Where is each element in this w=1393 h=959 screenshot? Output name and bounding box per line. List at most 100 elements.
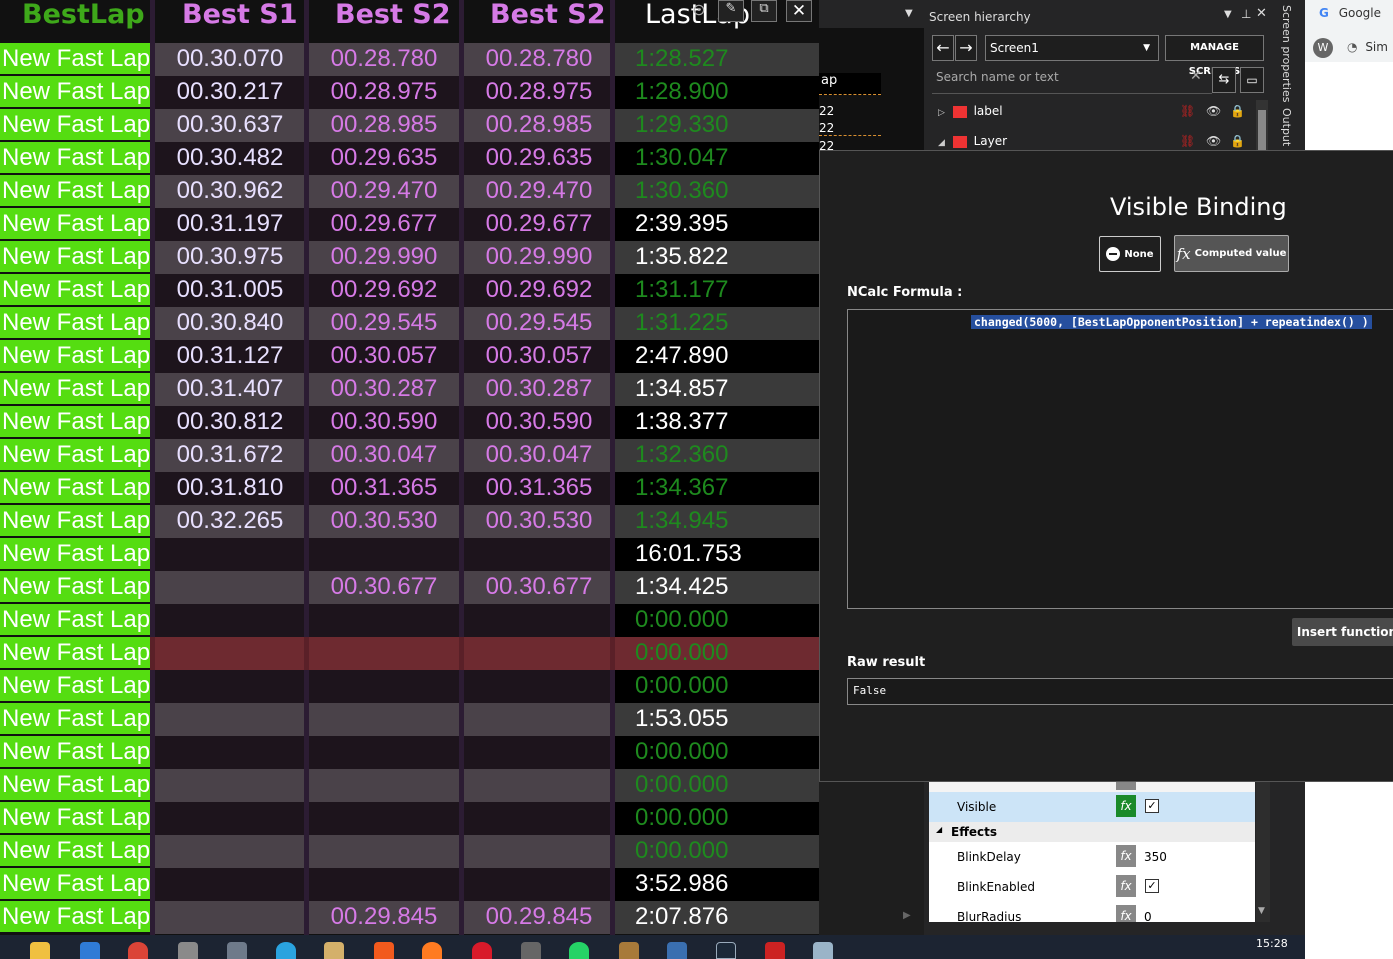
leaderboard-row: New Fast Lap 00.30.975 00.29.990 00.29.990 1… [0,241,819,274]
back-button[interactable]: ← [932,35,954,61]
telegram-icon[interactable] [276,942,296,959]
close-icon[interactable]: ✕ [786,0,812,22]
popout-icon[interactable]: ⧉ [751,0,777,22]
formula-text: changed(5000, [BestLapOpponentPosition] … [971,315,1372,329]
dropdown-arrow-icon[interactable]: ▼ [905,8,913,19]
bookmark-sim[interactable]: ◔ Sim [1347,40,1388,54]
panel-menu-icon[interactable]: ▼ [1224,9,1232,20]
collapse-arrow-icon[interactable]: ◢ [938,138,945,148]
link-icon[interactable]: ⛓ [1180,104,1195,118]
row-separator [304,340,309,373]
expand-arrow-icon[interactable]: ▷ [938,108,945,118]
camera-icon[interactable] [178,942,198,959]
close-panel-icon[interactable]: ✕ [1256,6,1267,21]
scrollbar[interactable] [1256,100,1268,150]
lastlap-cell: 0:00.000 [615,769,819,802]
google-icon: G [1319,6,1329,20]
property-row-visible[interactable]: Visible fx ✓ [929,792,1255,822]
opera-icon[interactable] [472,942,492,959]
scroll-down-icon[interactable]: ▼ [1258,906,1265,916]
property-row-blurradius[interactable]: BlurRadius fx 0 [929,902,1255,922]
pin-window-icon[interactable]: ✎ [718,0,744,22]
app-icon[interactable] [521,942,541,959]
game-icon[interactable] [619,942,639,959]
row-separator [610,505,615,538]
firefox-icon[interactable] [422,942,442,959]
new-fast-lap-badge: New Fast Lap [0,736,150,767]
row-separator [459,670,464,703]
google-tab[interactable]: G Google [1319,6,1381,20]
calculator-icon[interactable] [227,942,247,959]
screen-select[interactable]: Screen1 ▼ [985,35,1159,61]
wordpress-icon[interactable]: W [1313,38,1333,58]
manage-screens-button[interactable]: MANAGE SCREENS [1165,35,1264,77]
leaderboard-row: New Fast Lap 00.31.407 00.30.287 00.30.287 1… [0,373,819,406]
pin-icon[interactable]: ⊥ [1241,7,1251,21]
best-s1-cell: 00.30.217 [155,76,305,109]
chevron-down-icon: ▼ [1143,43,1150,53]
folder-icon[interactable]: ▭ [1240,67,1264,93]
lastlap-cell: 1:31.177 [615,274,819,307]
property-category-effects[interactable]: ◢ Effects [929,822,1255,842]
property-row-blinkdelay[interactable]: BlinkDelay fx 350 [929,842,1255,872]
fx-button[interactable] [1116,782,1136,790]
scroll-right-icon[interactable]: ▶ [903,910,911,921]
best-s1-cell [155,835,305,868]
row-separator [150,307,155,340]
row-separator [150,637,155,670]
canvas-fragment: 22 [819,121,881,136]
best-s2-cell: 00.29.545 [309,307,459,340]
row-separator [459,901,464,934]
header-bestlap: BestLap [22,0,145,30]
paint-icon[interactable] [324,942,344,959]
best-s1-cell [155,802,305,835]
scrollbar-thumb[interactable] [1258,110,1266,150]
blinkenabled-checkbox[interactable]: ✓ [1145,879,1159,893]
fx-button[interactable]: fx [1116,905,1136,922]
vertical-tab-output[interactable]: Output [1280,108,1293,146]
computed-value-button[interactable]: fx Computed value [1174,235,1289,272]
controller-icon[interactable] [667,942,687,959]
best-s2-cell: 00.30.057 [309,340,459,373]
tree-item-layer[interactable]: ◢ Layer ⛓ 👁 🔒 [938,134,1268,150]
header-best-s1: Best S1 [182,0,298,30]
lock-icon[interactable]: 🔒 [1230,134,1245,148]
row-separator [610,175,615,208]
vertical-tab-screen-properties[interactable]: Screen properties [1280,5,1293,102]
eye-icon[interactable]: 👁 [1206,104,1221,118]
property-scrollbar[interactable]: ▼ [1256,782,1270,922]
link-icon[interactable]: ⛓ [1180,134,1195,148]
pin-icon[interactable]: ⊙ [686,0,712,22]
steam-icon[interactable] [716,942,736,959]
tree-item-label[interactable]: ▷ label ⛓ 👁 🔒 [938,104,1268,122]
brave-icon[interactable] [374,942,394,959]
chrome-icon[interactable] [128,942,148,959]
property-row-blinkenabled[interactable]: BlinkEnabled fx ✓ [929,872,1255,902]
eye-icon[interactable]: 👁 [1206,134,1221,148]
fx-button[interactable]: fx [1116,845,1136,867]
search-input[interactable]: Search name or text [936,70,1196,84]
fx-button[interactable]: fx [1116,875,1136,897]
file-icon[interactable] [813,942,833,959]
swap-icon[interactable]: ⇆ [1212,67,1236,93]
new-fast-lap-badge: New Fast Lap [0,208,150,239]
mail-icon[interactable] [80,942,100,959]
clear-search-icon[interactable]: ✕ [1190,68,1202,84]
visible-checkbox[interactable]: ✓ [1145,799,1159,813]
formula-editor[interactable]: changed(5000, [BestLapOpponentPosition] … [847,309,1393,609]
racing-icon[interactable] [765,942,785,959]
fx-button-bound[interactable]: fx [1116,795,1136,817]
clock-time[interactable]: 15:28 [1256,937,1288,950]
new-fast-lap-badge: New Fast Lap [0,274,150,305]
property-value[interactable]: 0 [1144,910,1152,922]
whatsapp-icon[interactable] [569,942,589,959]
collapse-arrow-icon[interactable]: ◢ [936,825,942,834]
lock-icon[interactable]: 🔒 [1230,104,1245,118]
file-explorer-icon[interactable] [30,942,50,959]
property-value[interactable]: 350 [1144,850,1167,864]
insert-function-button[interactable]: Insert function [1292,618,1393,646]
none-button[interactable]: None [1099,236,1161,272]
leaderboard-row: New Fast Lap 0:00.000 [0,802,819,835]
forward-button[interactable]: → [955,35,977,61]
leaderboard-row: New Fast Lap 1:53.055 [0,703,819,736]
